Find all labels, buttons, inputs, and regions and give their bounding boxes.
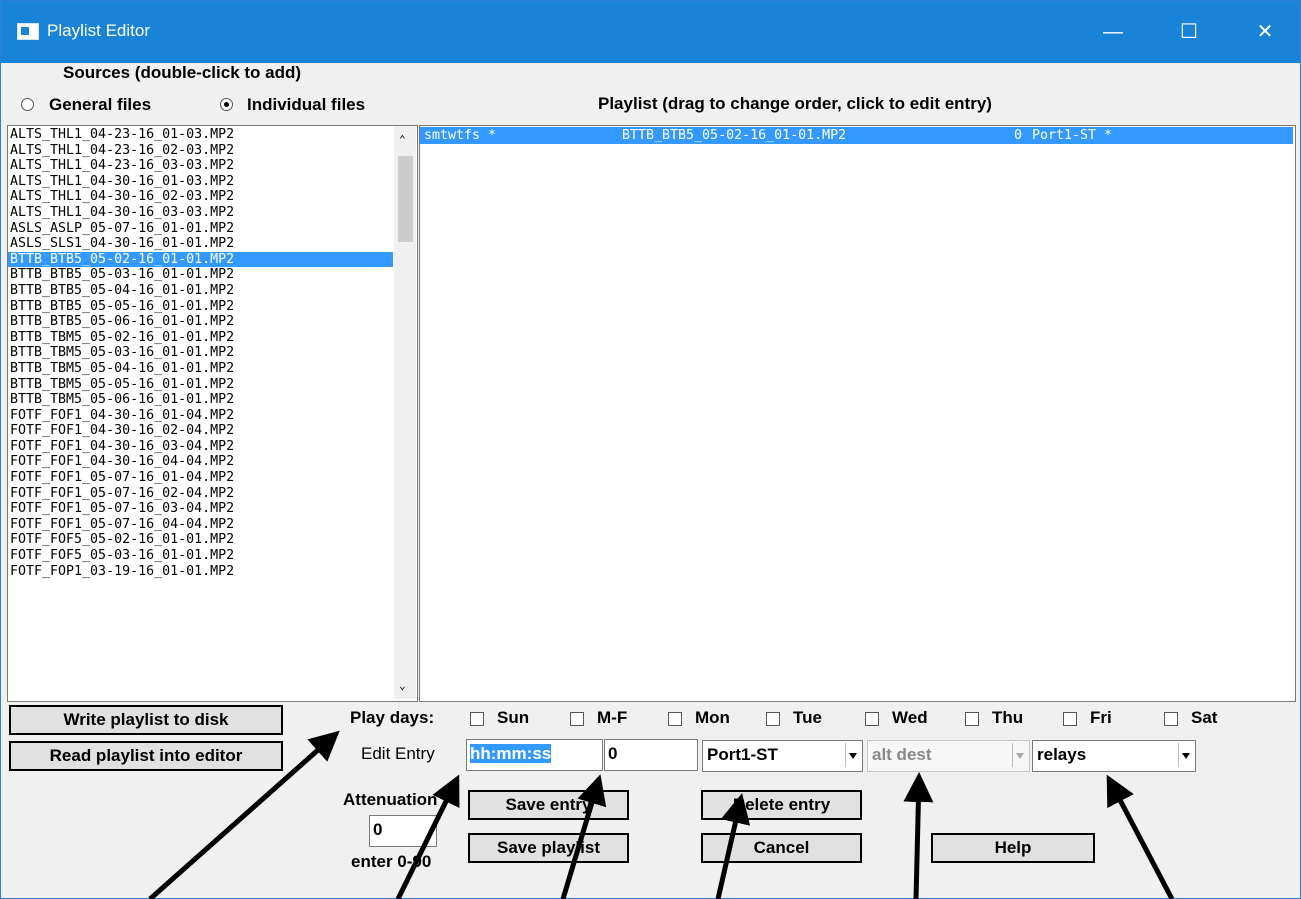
annotation-arrows [148, 730, 1175, 899]
arrow-alt-dest [903, 772, 934, 899]
arrow-attenuation-field [560, 774, 607, 899]
arrow-relays [1106, 774, 1175, 899]
arrow-dest-select [715, 793, 751, 899]
arrow-time-field [395, 774, 460, 899]
arrow-play-days [148, 730, 340, 899]
